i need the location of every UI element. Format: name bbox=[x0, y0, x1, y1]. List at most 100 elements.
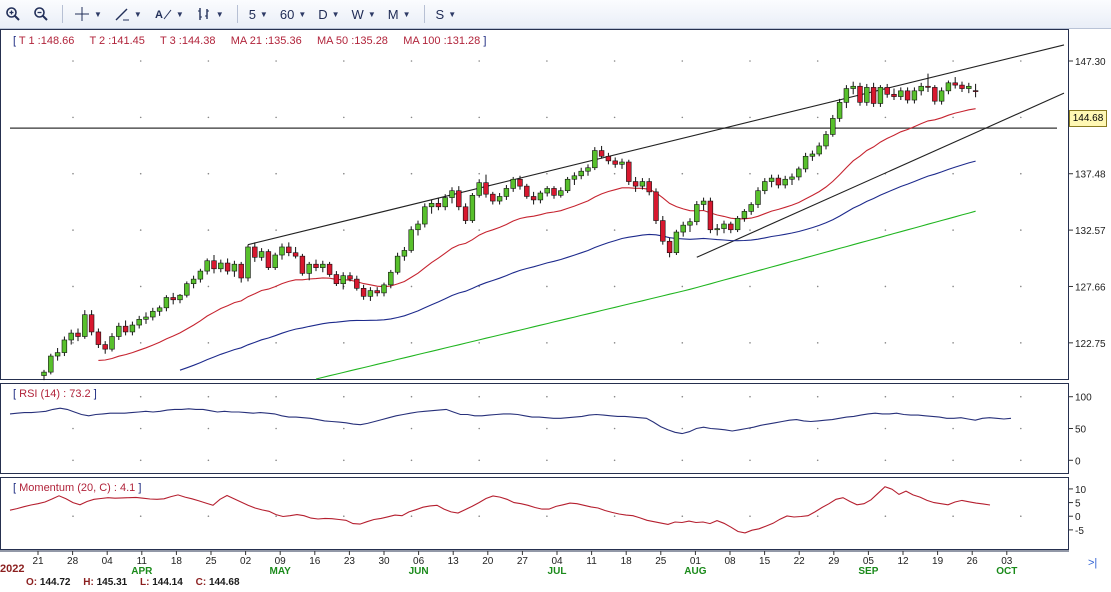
grid-dot bbox=[72, 285, 74, 288]
grid-dot bbox=[139, 229, 142, 231]
candle-body bbox=[313, 263, 319, 268]
grid-dot bbox=[749, 285, 751, 288]
momentum-legend: [ Momentum (20, C) : 4.1 ] bbox=[13, 482, 142, 494]
candle-body bbox=[326, 263, 333, 275]
x-tick-label: 13 bbox=[448, 556, 460, 567]
grid-dot bbox=[749, 116, 751, 119]
candle-body bbox=[129, 324, 136, 333]
grid-dot bbox=[207, 459, 210, 462]
grid-dot bbox=[410, 515, 413, 518]
candle-body bbox=[442, 197, 448, 208]
candle-body bbox=[639, 181, 646, 187]
grid-dot bbox=[343, 395, 345, 398]
chart-canvas: 122.75127.66132.57137.48142.39147.302128… bbox=[0, 44, 1106, 577]
candle-body bbox=[870, 87, 877, 104]
price-tick-label: 137.48 bbox=[1075, 170, 1106, 181]
candle-body bbox=[564, 178, 571, 192]
grid-dot bbox=[139, 427, 142, 430]
candle-body bbox=[687, 221, 693, 226]
target-2-label: T 2 :141.45 bbox=[89, 35, 145, 47]
grid-dot bbox=[952, 116, 954, 119]
candle-body bbox=[612, 160, 618, 165]
scroll-to-end-button[interactable]: >| bbox=[1088, 557, 1097, 569]
candle-body bbox=[190, 278, 197, 285]
grid-dot bbox=[952, 459, 954, 462]
x-tick-label: 25 bbox=[205, 556, 217, 567]
low-value: 144.14 bbox=[152, 577, 183, 588]
candle-body bbox=[292, 252, 299, 257]
grid-dot bbox=[207, 342, 210, 344]
candle-body bbox=[700, 200, 707, 205]
grid-dot bbox=[478, 427, 481, 430]
candle-body bbox=[170, 297, 176, 301]
grid-dot bbox=[207, 116, 210, 119]
ohlc-readout: O: 144.72 H: 145.31 L: 144.14 C: 144.68 bbox=[26, 577, 240, 588]
grid-dot bbox=[275, 459, 277, 462]
grid-dot bbox=[546, 427, 548, 430]
grid-dot bbox=[681, 116, 684, 119]
high-label: H: bbox=[83, 577, 94, 588]
close-label: C: bbox=[195, 577, 207, 588]
candle-body bbox=[558, 190, 564, 196]
grid-dot bbox=[72, 172, 74, 175]
candle-body bbox=[741, 211, 748, 219]
price-tick-label: 127.66 bbox=[1075, 282, 1106, 293]
grid-dot bbox=[275, 229, 277, 231]
candle-body bbox=[877, 87, 884, 104]
candle-body bbox=[116, 325, 122, 337]
candle-body bbox=[918, 85, 924, 92]
momentum-line bbox=[9, 486, 991, 534]
candle-body bbox=[122, 325, 129, 333]
grid-dot bbox=[749, 459, 751, 462]
candle-body bbox=[904, 90, 911, 101]
grid-dot bbox=[207, 285, 210, 288]
candle-body bbox=[231, 263, 238, 272]
grid-dot bbox=[681, 172, 684, 175]
grid-dot bbox=[1020, 342, 1022, 344]
candle-body bbox=[605, 155, 612, 162]
candle-body bbox=[598, 150, 605, 157]
price-tick-label: 122.75 bbox=[1075, 339, 1106, 350]
grid-dot bbox=[884, 459, 887, 462]
grid-dot bbox=[816, 395, 819, 398]
candle-body bbox=[972, 90, 979, 92]
grid-dot bbox=[952, 229, 954, 231]
candle-body bbox=[864, 87, 870, 103]
candle-body bbox=[496, 196, 503, 202]
candle-body bbox=[218, 262, 224, 270]
price-tick-label: 147.30 bbox=[1075, 57, 1106, 68]
momentum-tick-label: 0 bbox=[1075, 512, 1081, 523]
grid-dot bbox=[139, 395, 142, 398]
grid-dot bbox=[410, 60, 413, 62]
grid-dot bbox=[207, 229, 210, 231]
candle-body bbox=[959, 84, 965, 89]
candle-body bbox=[653, 191, 659, 221]
momentum-tick-label: 5 bbox=[1075, 499, 1081, 510]
grid-dot bbox=[952, 515, 954, 518]
grid-dot bbox=[952, 427, 954, 430]
candle-body bbox=[925, 85, 931, 88]
candle-body bbox=[109, 336, 115, 350]
candle-body bbox=[490, 193, 496, 202]
candle-body bbox=[966, 85, 972, 89]
grid-dot bbox=[410, 395, 413, 398]
candle-body bbox=[224, 262, 231, 272]
x-tick-label: 02 bbox=[240, 556, 252, 567]
rsi-tick-label: 100 bbox=[1075, 393, 1092, 404]
grid-dot bbox=[613, 427, 616, 430]
grid-dot bbox=[681, 515, 684, 518]
candle-body bbox=[666, 240, 673, 254]
grid-dot bbox=[816, 60, 819, 62]
grid-dot bbox=[681, 342, 684, 344]
candle-body bbox=[748, 204, 754, 212]
x-tick-label: 22 bbox=[794, 556, 806, 567]
ma50-label: MA 50 :135.28 bbox=[316, 35, 388, 47]
x-tick-label: 16 bbox=[309, 556, 321, 567]
candle-body bbox=[673, 231, 680, 254]
grid-dot bbox=[1020, 515, 1022, 518]
candle-body bbox=[891, 93, 897, 97]
candle-body bbox=[789, 176, 795, 180]
candle-body bbox=[381, 284, 387, 294]
grid-dot bbox=[816, 172, 819, 175]
grid-dot bbox=[343, 116, 345, 119]
